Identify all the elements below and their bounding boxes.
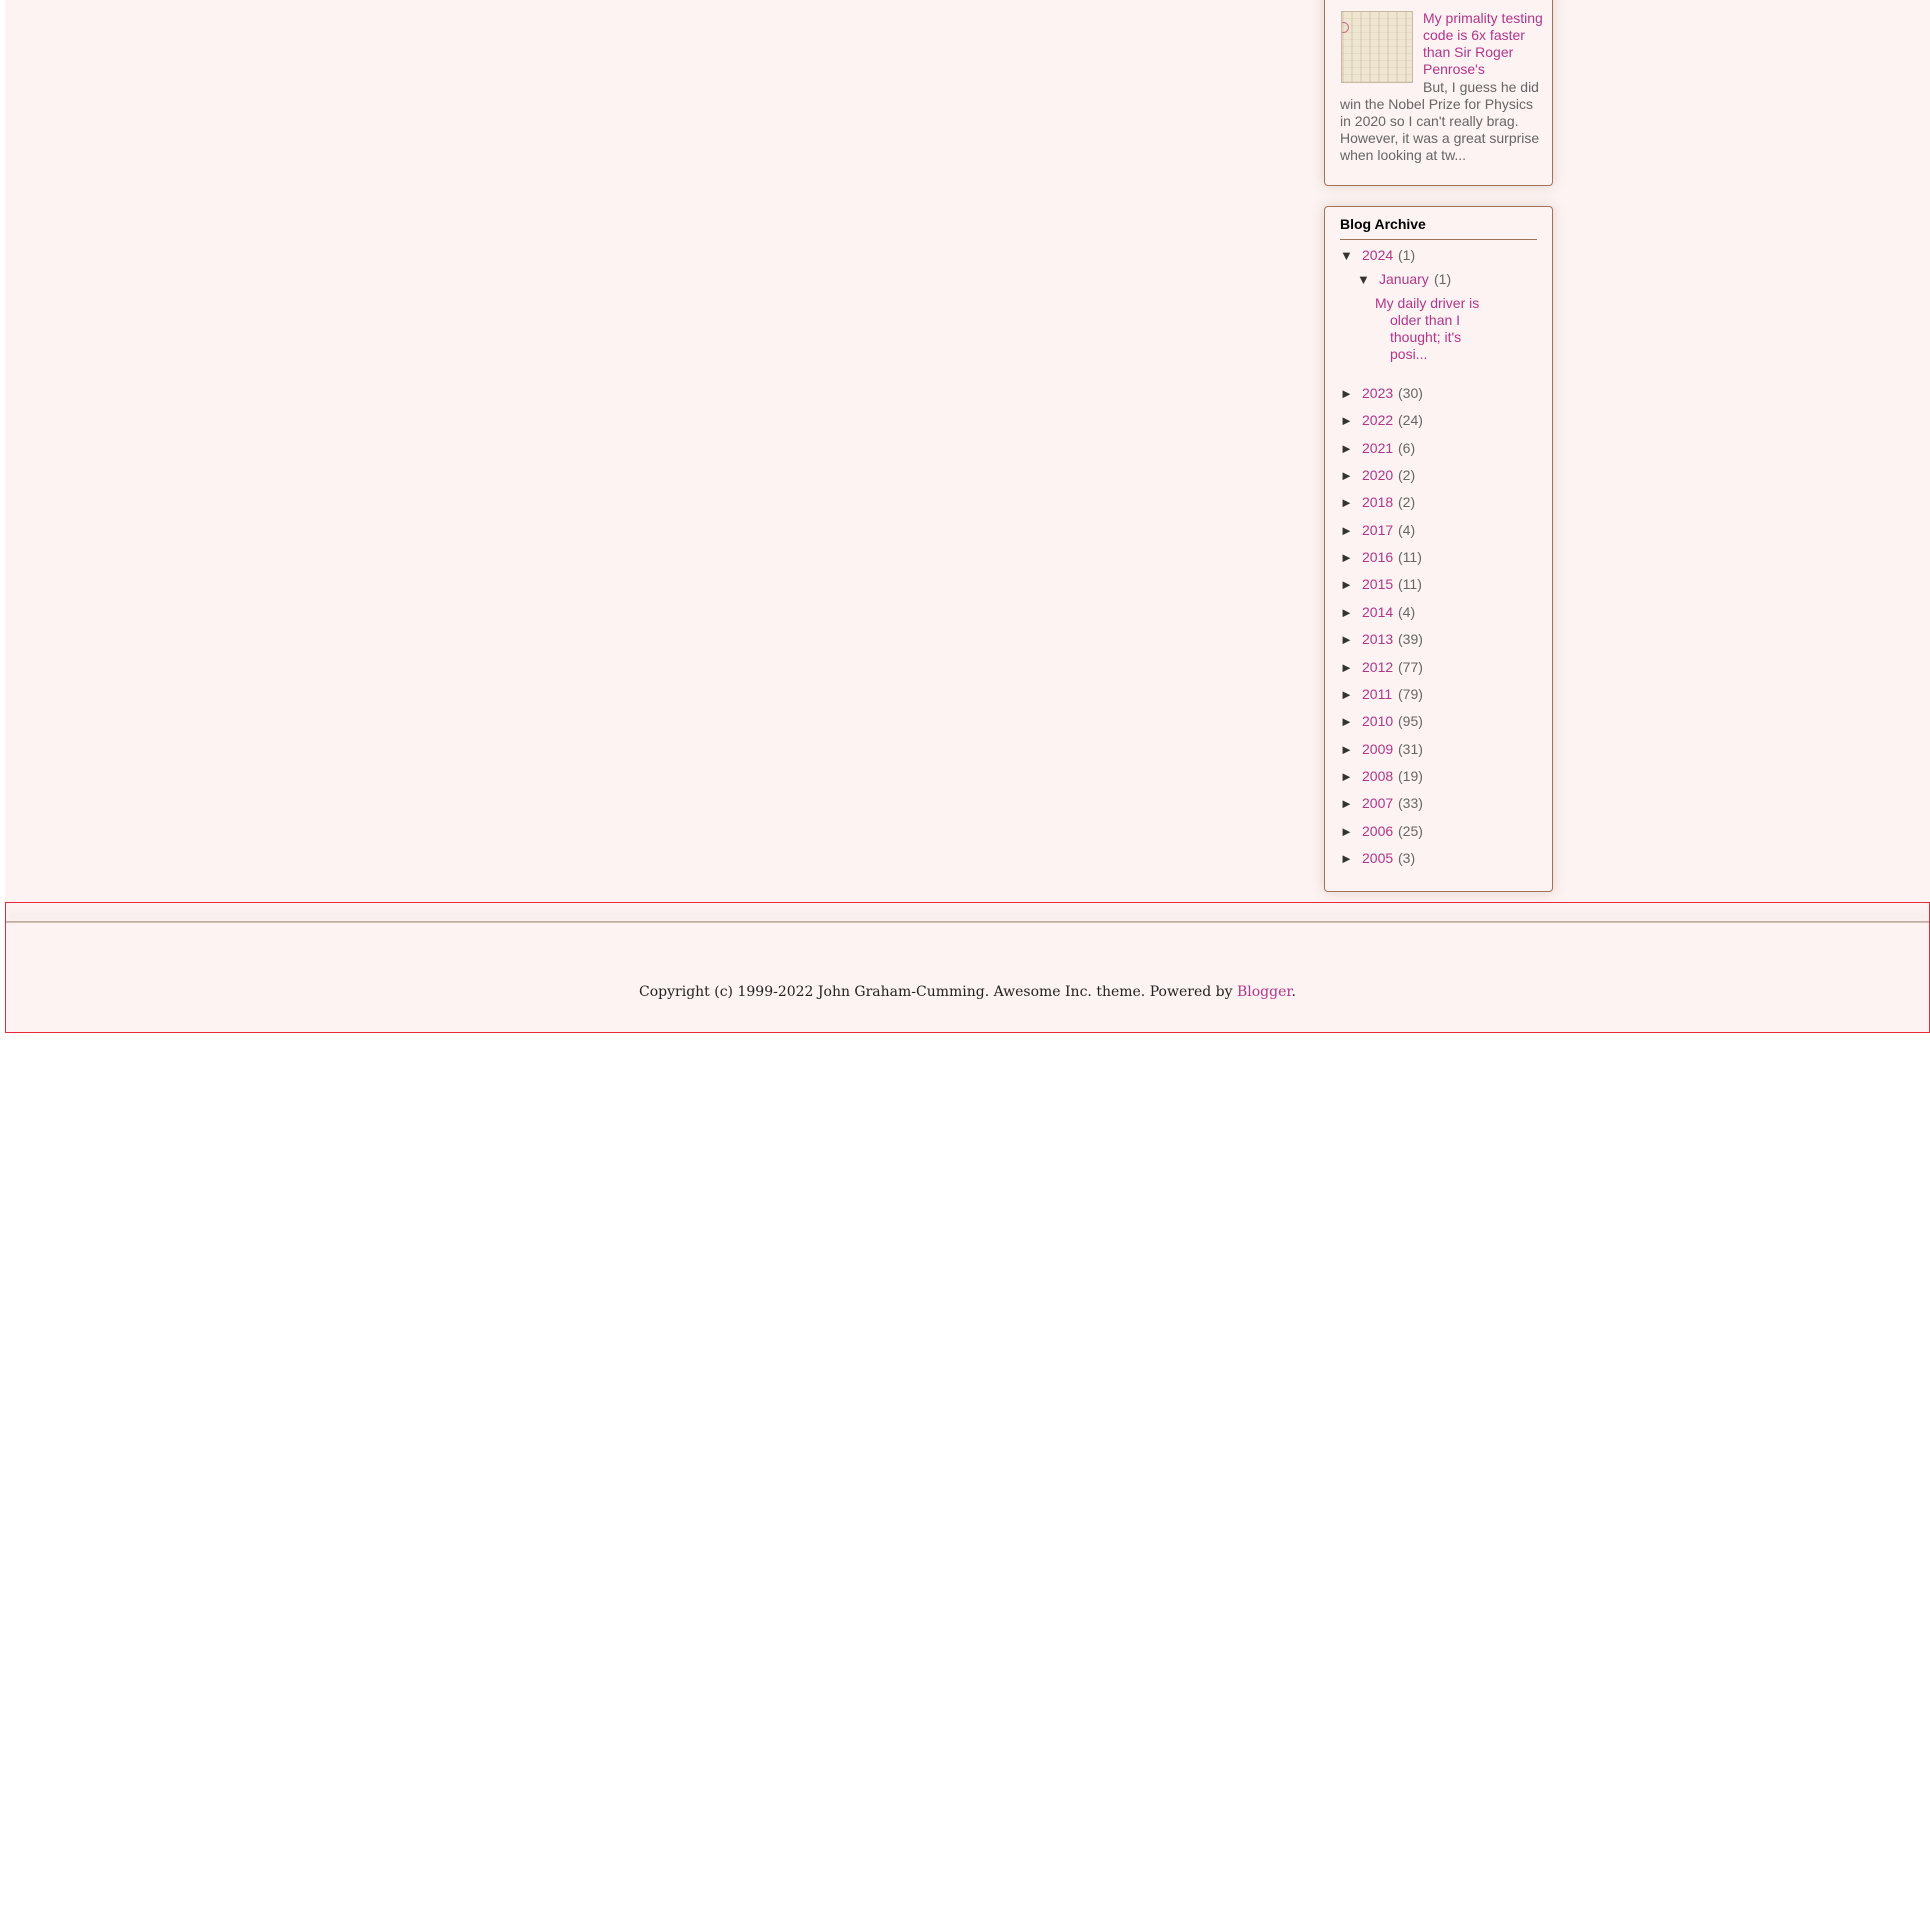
collapsed-toggle-icon[interactable]: ► [1340, 768, 1353, 785]
archive-year-count: (19) [1398, 768, 1423, 784]
blog-archive-title: Blog Archive [1340, 216, 1537, 240]
collapsed-toggle-icon[interactable]: ► [1340, 686, 1353, 703]
archive-year-link[interactable]: 2012 [1362, 659, 1393, 676]
archive-year-link[interactable]: 2006 [1362, 823, 1393, 840]
archive-year-link[interactable]: 2008 [1362, 768, 1393, 785]
archive-year-count: (95) [1398, 713, 1423, 729]
archive-year-link[interactable]: 2022 [1362, 412, 1393, 429]
archive-year-link[interactable]: 2024 [1362, 247, 1393, 264]
archive-year-count: (4) [1398, 604, 1416, 620]
archive-year-count: (6) [1398, 440, 1416, 456]
archive-year-count: (11) [1398, 576, 1422, 592]
blogger-link[interactable]: Blogger [1237, 984, 1292, 1000]
archive-year-count: (31) [1398, 741, 1423, 757]
collapsed-toggle-icon[interactable]: ► [1340, 522, 1353, 539]
archive-year-link[interactable]: 2017 [1362, 522, 1393, 539]
footer-suffix: . [1291, 984, 1296, 1000]
archive-month-link[interactable]: January [1379, 271, 1429, 288]
archive-year-count: (30) [1398, 385, 1423, 401]
footer-copyright: Copyright (c) 1999-2022 John Graham-Cumm… [6, 983, 1929, 1001]
collapsed-toggle-icon[interactable]: ► [1340, 440, 1353, 457]
archive-year-link[interactable]: 2016 [1362, 549, 1393, 566]
archive-year-link[interactable]: 2013 [1362, 631, 1393, 648]
collapsed-toggle-icon[interactable]: ► [1340, 412, 1353, 429]
archive-year-link[interactable]: 2009 [1362, 741, 1393, 758]
expanded-toggle-icon[interactable]: ▼ [1357, 271, 1370, 288]
archive-year-count: (11) [1398, 549, 1422, 565]
collapsed-toggle-icon[interactable]: ► [1340, 823, 1353, 840]
collapsed-toggle-icon[interactable]: ► [1340, 604, 1353, 621]
post-thumbnail-image[interactable] [1341, 11, 1413, 83]
archive-year-count: (39) [1398, 631, 1423, 647]
archive-year-link[interactable]: 2005 [1362, 850, 1393, 867]
collapsed-toggle-icon[interactable]: ► [1340, 659, 1353, 676]
popular-post-title-link[interactable]: My primality testing code is 6x faster t… [1423, 10, 1543, 78]
archive-year-count: (2) [1398, 467, 1416, 483]
archive-year-count: (24) [1398, 412, 1423, 428]
archive-year-link[interactable]: 2015 [1362, 576, 1393, 593]
collapsed-toggle-icon[interactable]: ► [1340, 741, 1353, 758]
archive-year-link[interactable]: 2018 [1362, 494, 1393, 511]
collapsed-toggle-icon[interactable]: ► [1340, 631, 1353, 648]
collapsed-toggle-icon[interactable]: ► [1340, 385, 1353, 402]
archive-year-count: (4) [1398, 522, 1416, 538]
archive-year-count: (1) [1398, 247, 1416, 263]
popular-posts-widget: My primality testing code is 6x faster t… [1324, 0, 1553, 186]
archive-post-link[interactable]: My daily driver is older than I thought;… [1375, 295, 1500, 363]
collapsed-toggle-icon[interactable]: ► [1340, 549, 1353, 566]
archive-year-link[interactable]: 2014 [1362, 604, 1393, 621]
archive-year-count: (77) [1398, 659, 1423, 675]
footer: Copyright (c) 1999-2022 John Graham-Cumm… [5, 902, 1930, 1033]
archive-year-link[interactable]: 2011 [1362, 686, 1392, 703]
footer-copyright-text: Copyright (c) 1999-2022 John Graham-Cumm… [639, 984, 1237, 1000]
archive-year-count: (79) [1398, 686, 1423, 702]
collapsed-toggle-icon[interactable]: ► [1340, 795, 1353, 812]
archive-year-link[interactable]: 2020 [1362, 467, 1393, 484]
blog-archive-widget: Blog Archive ▼ 2024 (1) ▼ January (1) My… [1324, 206, 1553, 892]
thumbnail-mark-icon [1342, 22, 1349, 33]
archive-month-count: (1) [1434, 271, 1452, 287]
archive-year-link[interactable]: 2007 [1362, 795, 1393, 812]
archive-year-count: (2) [1398, 494, 1416, 510]
collapsed-toggle-icon[interactable]: ► [1340, 467, 1353, 484]
collapsed-toggle-icon[interactable]: ► [1340, 850, 1353, 867]
popular-post-snippet: But, I guess he did win the Nobel Prize … [1340, 79, 1540, 163]
footer-divider [6, 921, 1929, 923]
archive-year-link[interactable]: 2021 [1362, 440, 1393, 457]
collapsed-toggle-icon[interactable]: ► [1340, 494, 1353, 511]
expanded-toggle-icon[interactable]: ▼ [1340, 247, 1353, 264]
archive-year-link[interactable]: 2023 [1362, 385, 1393, 402]
page-background [5, 0, 1930, 902]
archive-year-count: (33) [1398, 795, 1423, 811]
collapsed-toggle-icon[interactable]: ► [1340, 713, 1353, 730]
archive-year-link[interactable]: 2010 [1362, 713, 1393, 730]
collapsed-toggle-icon[interactable]: ► [1340, 576, 1353, 593]
archive-year-count: (3) [1398, 850, 1416, 866]
archive-year-count: (25) [1398, 823, 1423, 839]
